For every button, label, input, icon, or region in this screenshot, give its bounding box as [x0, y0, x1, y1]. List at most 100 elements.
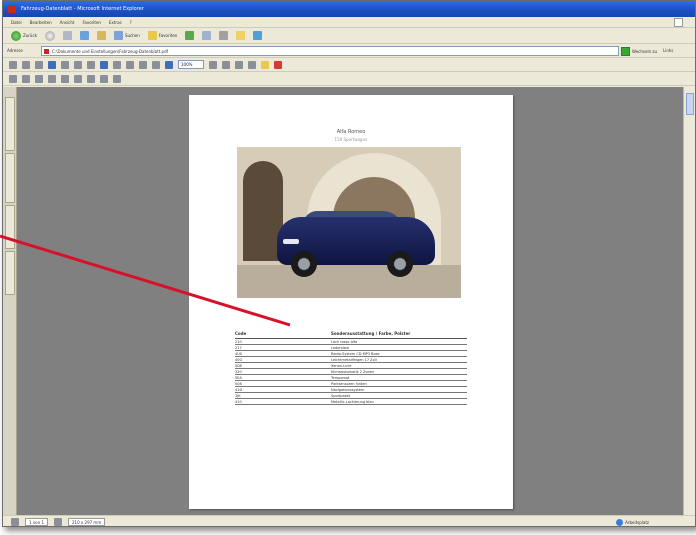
zoom-tool-icon[interactable] — [48, 74, 56, 83]
hand-tool-icon[interactable] — [61, 60, 69, 69]
links-button[interactable]: Links — [663, 48, 673, 53]
first-page-icon[interactable] — [113, 60, 121, 69]
comments-tab[interactable] — [5, 205, 15, 249]
stop-button[interactable] — [61, 30, 74, 41]
folder-button[interactable] — [234, 30, 247, 41]
pdf-toolbar-secondary — [3, 72, 695, 86]
favorites-button[interactable]: Favoriten — [146, 30, 180, 41]
browser-toolbar: Zurück Suchen Favoriten — [3, 28, 695, 44]
actual-size-icon[interactable] — [222, 60, 230, 69]
photo-front-wheel — [291, 251, 317, 277]
go-label: Wechseln zu — [632, 48, 658, 54]
photo-car-headlight — [283, 239, 299, 244]
menu-item-bearbeiten[interactable]: Bearbeiten — [30, 17, 52, 27]
photo-rear-wheel — [387, 251, 413, 277]
refresh-icon — [79, 31, 89, 40]
menu-item-extras[interactable]: Extras — [109, 17, 122, 27]
address-label: Adresse — [7, 48, 23, 53]
equipment-table: Code Sonderausstattung / Farbe, Polster … — [235, 331, 467, 405]
mail-icon — [202, 31, 212, 40]
messenger-icon — [253, 31, 263, 40]
favorites-label: Favoriten — [158, 33, 178, 38]
address-input[interactable]: C:\Dokumente und Einstellungen\Fahrzeug-… — [41, 46, 619, 56]
image-tool-icon[interactable] — [113, 74, 121, 83]
menu-item-datei[interactable]: Datei — [11, 17, 22, 27]
pointer-tool-icon[interactable] — [22, 74, 30, 83]
save-icon[interactable] — [9, 60, 17, 69]
scrollbar-thumb[interactable] — [686, 93, 694, 115]
search-button[interactable]: Suchen — [112, 30, 142, 41]
home-icon — [96, 31, 106, 40]
print-pdf-icon[interactable] — [22, 60, 30, 69]
pdf-page: Alfa Romeo 159 Sportwagon Code Sonderaus… — [189, 95, 513, 509]
rotate-icon[interactable] — [165, 60, 173, 69]
last-page-icon[interactable] — [152, 60, 160, 69]
print-button[interactable] — [217, 30, 230, 41]
email-icon[interactable] — [35, 60, 43, 69]
bookmarks-tab[interactable] — [5, 97, 15, 151]
cell-description: Metallic-Lackierung blau — [331, 398, 467, 405]
messenger-button[interactable] — [251, 30, 264, 41]
thumbnails-tab[interactable] — [5, 153, 15, 203]
first-page-nav-icon[interactable] — [11, 518, 19, 526]
zoom-input[interactable]: 100% — [178, 60, 204, 69]
page-size: 210 x 297 mm — [67, 518, 106, 526]
photo-ground — [237, 265, 461, 298]
menu-item-favoriten[interactable]: Favoriten — [82, 17, 101, 27]
refresh-button[interactable] — [78, 30, 91, 41]
prev-page-icon[interactable] — [126, 60, 134, 69]
page-indicator[interactable]: 1 von 1 — [25, 518, 48, 526]
fit-page-icon[interactable] — [235, 60, 243, 69]
go-arrow-icon — [621, 46, 630, 56]
comment-icon[interactable] — [261, 60, 269, 69]
zoom-out-icon[interactable] — [209, 60, 217, 69]
back-arrow-icon — [11, 30, 21, 41]
column-select-icon[interactable] — [61, 74, 69, 83]
go-button[interactable]: Wechseln zu — [621, 46, 661, 56]
table-tool-icon[interactable] — [100, 74, 108, 83]
zoom-in-icon[interactable] — [100, 60, 108, 69]
pdf-file-icon — [44, 49, 49, 54]
adobe-help-icon[interactable] — [274, 60, 282, 69]
forward-button[interactable] — [43, 30, 57, 41]
page-subtitle: 159 Sportwagon — [334, 137, 368, 142]
browser-window: Fahrzeug-Datenblatt - Microsoft Internet… — [2, 0, 696, 527]
vertical-scrollbar[interactable] — [683, 87, 695, 515]
security-zone: Arbeitsplatz — [616, 519, 649, 526]
cell-code: 410 — [235, 398, 331, 405]
back-button[interactable]: Zurück — [9, 30, 39, 41]
print-icon — [219, 31, 229, 40]
next-page-icon[interactable] — [139, 60, 147, 69]
column-header-code: Code — [235, 331, 331, 339]
menu-bar: Datei Bearbeiten Ansicht Favoriten Extra… — [3, 17, 695, 28]
text-select-icon[interactable] — [35, 74, 43, 83]
select-text-icon[interactable] — [74, 60, 82, 69]
stop-icon — [62, 31, 72, 40]
pdf-toolbar: 100% — [3, 58, 695, 72]
search-pdf-icon[interactable] — [48, 60, 56, 69]
title-bar[interactable]: Fahrzeug-Datenblatt - Microsoft Internet… — [3, 1, 695, 17]
table-row: 410 Metallic-Lackierung blau — [235, 398, 467, 405]
table-body: 210 Lack rosso Alfa 217 Ledersitze 4US Radio-… — [235, 338, 467, 405]
back-label: Zurück — [23, 33, 37, 38]
mail-button[interactable] — [200, 30, 213, 41]
history-button[interactable] — [183, 30, 196, 41]
address-url: C:\Dokumente und Einstellungen\Fahrzeug-… — [52, 49, 169, 54]
windows-logo-icon — [674, 18, 683, 27]
menu-item-help[interactable]: ? — [130, 17, 132, 27]
column-header-description: Sonderausstattung / Farbe, Polster — [331, 331, 467, 339]
signatures-tab[interactable] — [5, 251, 15, 295]
highlight-tool-icon[interactable] — [87, 74, 95, 83]
fit-width-icon[interactable] — [248, 60, 256, 69]
pdf-app-icon — [8, 5, 16, 13]
bookmark-tool-icon[interactable] — [9, 74, 17, 83]
snapshot-icon[interactable] — [87, 60, 95, 69]
history-icon — [185, 31, 195, 40]
status-bar: 1 von 1 210 x 297 mm Arbeitsplatz — [3, 515, 695, 526]
home-button[interactable] — [95, 30, 108, 41]
last-page-nav-icon[interactable] — [53, 518, 62, 526]
note-tool-icon[interactable] — [74, 74, 82, 83]
menu-item-ansicht[interactable]: Ansicht — [60, 17, 75, 27]
zone-label: Arbeitsplatz — [625, 520, 649, 525]
forward-arrow-icon — [44, 30, 55, 41]
